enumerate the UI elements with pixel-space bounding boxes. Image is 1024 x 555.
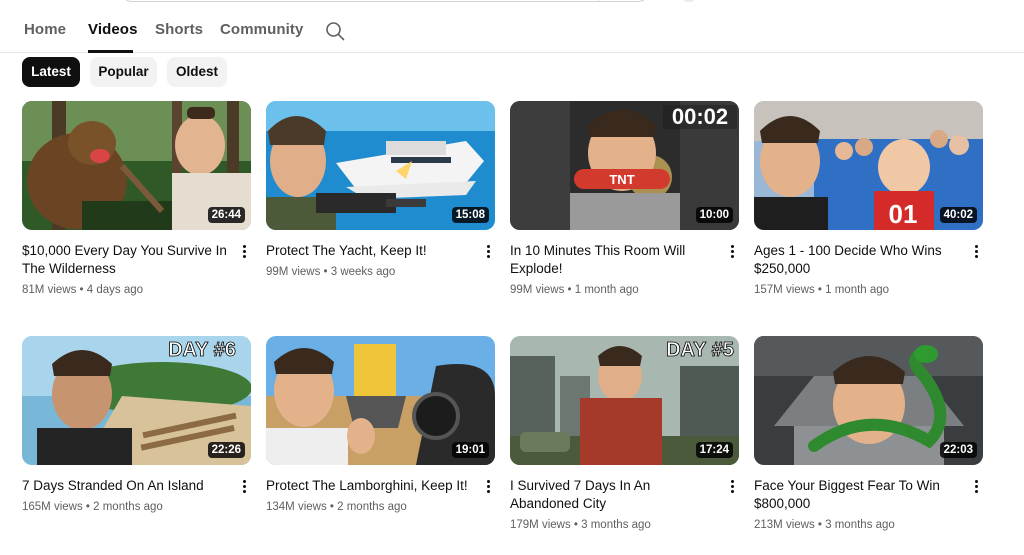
view-count: 99M views xyxy=(266,266,321,278)
video-thumbnail[interactable]: 26:44 xyxy=(22,101,251,230)
video-title[interactable]: In 10 Minutes This Room Will Explode! xyxy=(510,242,715,278)
video-title[interactable]: I Survived 7 Days In An Abandoned City xyxy=(510,477,715,513)
view-count: 99M views xyxy=(510,284,565,296)
view-count: 213M views xyxy=(754,519,815,531)
channel-tabs: Home Videos Shorts Community xyxy=(0,0,1024,53)
upload-age: 3 months ago xyxy=(581,519,651,531)
video-duration: 17:24 xyxy=(695,442,733,458)
upload-age: 4 days ago xyxy=(86,284,144,296)
more-vert-icon[interactable] xyxy=(238,243,250,261)
video-thumbnail[interactable]: 01 40:02 xyxy=(754,101,983,230)
video-duration: 15:08 xyxy=(451,207,489,223)
view-count: 179M views xyxy=(510,519,571,531)
filter-chip-latest[interactable]: Latest xyxy=(22,57,80,87)
video-metadata: 81M views • 4 days ago xyxy=(22,284,144,296)
day-overlay: DAY #5 xyxy=(666,339,734,361)
tab-shorts[interactable]: Shorts xyxy=(155,21,203,38)
video-thumbnail[interactable]: 22:03 xyxy=(754,336,983,465)
video-thumbnail[interactable]: TNT 00:02 10:00 xyxy=(510,101,739,230)
filter-chip-popular[interactable]: Popular xyxy=(90,57,157,87)
view-count: 134M views xyxy=(266,501,327,513)
video-duration: 40:02 xyxy=(939,207,977,223)
video-duration: 10:00 xyxy=(695,207,733,223)
search-icon[interactable] xyxy=(324,20,346,42)
video-duration: 22:03 xyxy=(939,442,977,458)
video-title[interactable]: Ages 1 - 100 Decide Who Wins $250,000 xyxy=(754,242,959,278)
more-vert-icon[interactable] xyxy=(970,478,982,496)
video-title[interactable]: Face Your Biggest Fear To Win $800,000 xyxy=(754,477,959,513)
tab-videos[interactable]: Videos xyxy=(88,21,138,38)
upload-age: 2 months ago xyxy=(93,501,163,513)
filter-chip-oldest[interactable]: Oldest xyxy=(167,57,227,87)
video-title[interactable]: Protect The Lamborghini, Keep It! xyxy=(266,477,471,495)
view-count: 157M views xyxy=(754,284,815,296)
video-title[interactable]: 7 Days Stranded On An Island xyxy=(22,477,227,495)
shirt-number-overlay: 01 xyxy=(889,199,918,229)
more-vert-icon[interactable] xyxy=(482,243,494,261)
video-metadata: 99M views • 3 weeks ago xyxy=(266,266,396,278)
video-title[interactable]: $10,000 Every Day You Survive In The Wil… xyxy=(22,242,227,278)
more-vert-icon[interactable] xyxy=(238,478,250,496)
upload-age: 3 months ago xyxy=(825,519,895,531)
active-tab-indicator xyxy=(88,50,133,53)
video-metadata: 99M views • 1 month ago xyxy=(510,284,639,296)
video-thumbnail[interactable]: 19:01 xyxy=(266,336,495,465)
video-duration: 19:01 xyxy=(451,442,489,458)
video-metadata: 179M views • 3 months ago xyxy=(510,519,651,531)
video-metadata: 165M views • 2 months ago xyxy=(22,501,163,513)
video-duration: 22:26 xyxy=(207,442,245,458)
timer-overlay: 00:02 xyxy=(672,104,728,129)
more-vert-icon[interactable] xyxy=(726,243,738,261)
video-thumbnail[interactable]: DAY #5 17:24 xyxy=(510,336,739,465)
video-title[interactable]: Protect The Yacht, Keep It! xyxy=(266,242,471,260)
upload-age: 1 month ago xyxy=(825,284,890,296)
video-metadata: 157M views • 1 month ago xyxy=(754,284,890,296)
video-thumbnail[interactable]: DAY #6 22:26 xyxy=(22,336,251,465)
more-vert-icon[interactable] xyxy=(726,478,738,496)
video-metadata: 134M views • 2 months ago xyxy=(266,501,407,513)
video-duration: 26:44 xyxy=(207,207,245,223)
tab-community[interactable]: Community xyxy=(220,21,303,38)
more-vert-icon[interactable] xyxy=(482,478,494,496)
tnt-label: TNT xyxy=(609,172,634,187)
video-metadata: 213M views • 3 months ago xyxy=(754,519,895,531)
upload-age: 1 month ago xyxy=(574,284,639,296)
more-vert-icon[interactable] xyxy=(970,243,982,261)
upload-age: 2 months ago xyxy=(337,501,407,513)
day-overlay: DAY #6 xyxy=(168,339,236,361)
video-thumbnail[interactable]: 15:08 xyxy=(266,101,495,230)
view-count: 81M views xyxy=(22,284,77,296)
view-count: 165M views xyxy=(22,501,83,513)
tab-home[interactable]: Home xyxy=(24,21,66,38)
upload-age: 3 weeks ago xyxy=(330,266,396,278)
